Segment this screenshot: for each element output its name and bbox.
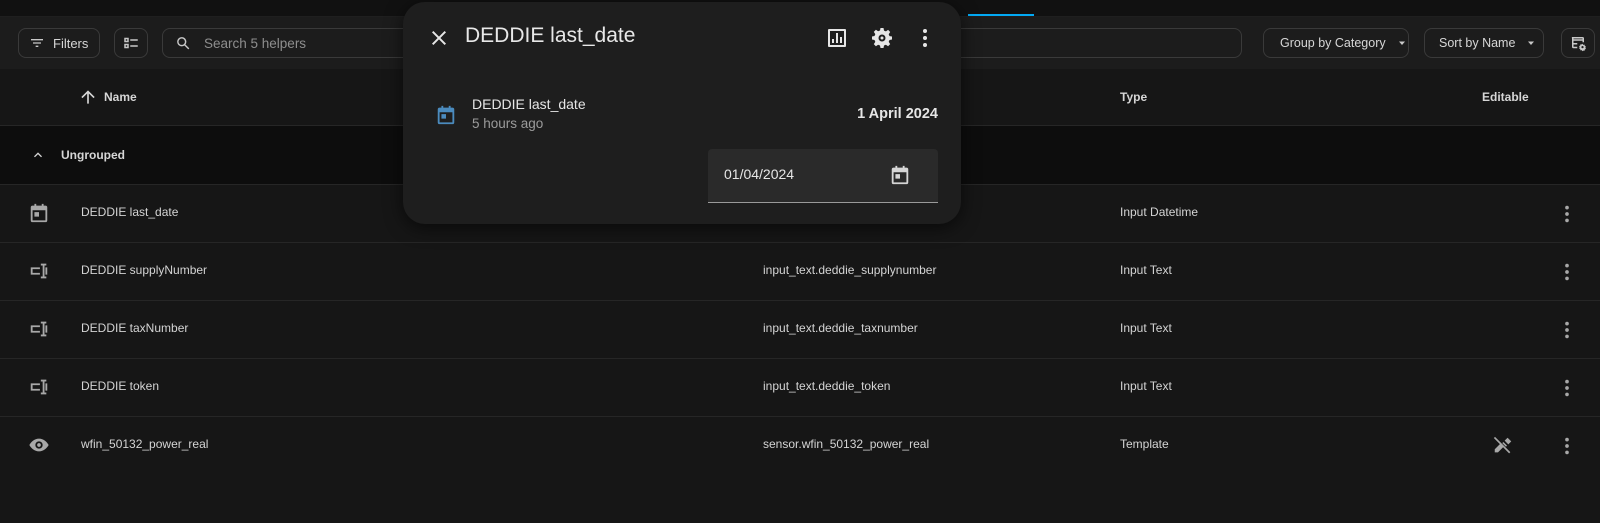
date-field[interactable] <box>708 149 938 203</box>
row-type: Input Datetime <box>1120 205 1199 219</box>
search-icon <box>175 35 192 52</box>
more-vertical-icon[interactable] <box>1556 435 1578 457</box>
row-entity-id: input_text.deddie_taxnumber <box>763 321 918 335</box>
more-info-dialog: DEDDIE last_date DEDDIE last_date 5 hour… <box>403 2 961 224</box>
filters-label: Filters <box>53 35 89 51</box>
table-row[interactable]: DEDDIE supplyNumber input_text.deddie_su… <box>0 243 1600 301</box>
table-row[interactable]: DEDDIE token input_text.deddie_token Inp… <box>0 359 1600 417</box>
row-entity-id: input_text.deddie_supplynumber <box>763 263 937 277</box>
pencil-off-icon <box>1492 435 1514 457</box>
row-type: Input Text <box>1120 321 1172 335</box>
row-type: Input Text <box>1120 379 1172 393</box>
caret-down-icon <box>1525 37 1537 49</box>
more-vertical-icon[interactable] <box>1556 261 1578 283</box>
form-textbox-icon <box>28 260 50 282</box>
form-textbox-icon <box>28 376 50 398</box>
search-input[interactable] <box>202 34 406 52</box>
row-name: DEDDIE last_date <box>81 205 179 219</box>
filter-icon <box>29 35 45 51</box>
group-by-button[interactable]: Group by Category <box>1263 28 1409 58</box>
arrow-up-icon[interactable] <box>78 87 98 107</box>
table-settings-button[interactable] <box>1561 28 1595 58</box>
row-name: DEDDIE token <box>81 379 160 393</box>
date-input[interactable] <box>722 165 876 183</box>
entity-state-name: DEDDIE last_date <box>472 96 586 112</box>
calendar-icon[interactable] <box>889 164 911 186</box>
row-entity-id: sensor.wfin_50132_power_real <box>763 437 930 451</box>
dialog-title: DEDDIE last_date <box>465 24 636 47</box>
column-header-editable[interactable]: Editable <box>1482 90 1529 104</box>
group-label: Ungrouped <box>61 148 125 162</box>
checklist-icon <box>122 34 140 52</box>
row-entity-id: input_text.deddie_token <box>763 379 891 393</box>
gear-icon[interactable] <box>870 26 894 50</box>
column-header-type[interactable]: Type <box>1120 90 1147 104</box>
selection-mode-button[interactable] <box>114 28 148 58</box>
sort-by-button[interactable]: Sort by Name <box>1424 28 1544 58</box>
calendar-icon <box>28 202 50 224</box>
chevron-up-icon[interactable] <box>30 147 46 163</box>
table-empty-area <box>0 474 1600 523</box>
active-tab-indicator <box>968 14 1034 16</box>
row-name: DEDDIE taxNumber <box>81 321 189 335</box>
caret-down-icon <box>1396 37 1408 49</box>
history-chart-icon[interactable] <box>825 26 849 50</box>
calendar-icon <box>435 104 457 126</box>
close-icon[interactable] <box>427 26 451 50</box>
column-header-name[interactable]: Name <box>104 90 137 104</box>
more-vertical-icon[interactable] <box>1556 319 1578 341</box>
more-vertical-icon[interactable] <box>1556 203 1578 225</box>
form-textbox-icon <box>28 318 50 340</box>
group-by-label: Group by Category <box>1280 36 1386 50</box>
table-row[interactable]: DEDDIE taxNumber input_text.deddie_taxnu… <box>0 301 1600 359</box>
row-type: Input Text <box>1120 263 1172 277</box>
eye-icon <box>28 434 50 456</box>
row-name: DEDDIE supplyNumber <box>81 263 208 277</box>
table-cog-icon <box>1569 34 1587 52</box>
last-changed-time: 5 hours ago <box>472 116 544 131</box>
row-type: Template <box>1120 437 1169 451</box>
row-name: wfin_50132_power_real <box>81 437 209 451</box>
more-vertical-icon[interactable] <box>913 26 937 50</box>
table-row[interactable]: wfin_50132_power_real sensor.wfin_50132_… <box>0 417 1600 475</box>
entity-state-value: 1 April 2024 <box>857 106 938 122</box>
filters-button[interactable]: Filters <box>18 28 100 58</box>
sort-by-label: Sort by Name <box>1439 36 1516 50</box>
more-vertical-icon[interactable] <box>1556 377 1578 399</box>
